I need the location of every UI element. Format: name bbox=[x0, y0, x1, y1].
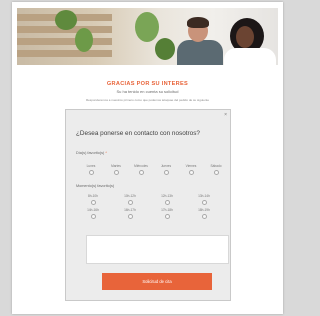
form-title: ¿Desea ponerse en contacto con nosotros? bbox=[76, 130, 200, 137]
day-label: Miércoles bbox=[134, 164, 148, 168]
time-option[interactable]: 14h-16h bbox=[82, 208, 104, 219]
times-label: Momento(s) favorito(s) bbox=[76, 184, 115, 188]
required-mark: * bbox=[105, 151, 107, 155]
time-radio[interactable] bbox=[201, 200, 207, 205]
day-label: Lunes bbox=[86, 164, 96, 168]
day-option[interactable]: Lunes bbox=[80, 164, 102, 175]
day-radio[interactable] bbox=[213, 170, 219, 175]
day-label: Viernes bbox=[185, 164, 197, 168]
time-label: 16h-17h bbox=[124, 208, 136, 212]
time-label: 14h-16h bbox=[87, 208, 99, 212]
wood-plank bbox=[17, 38, 112, 45]
person-hair bbox=[187, 17, 209, 28]
time-radio[interactable] bbox=[90, 200, 96, 205]
time-label: 13h-14h bbox=[198, 194, 210, 198]
person-face bbox=[236, 26, 254, 48]
time-label: 18h-19h bbox=[198, 208, 210, 212]
days-label: Día(s) favorito(s) * bbox=[76, 151, 107, 155]
time-radio[interactable] bbox=[164, 200, 170, 205]
day-option[interactable]: Sábado bbox=[205, 164, 227, 175]
message-textarea[interactable] bbox=[86, 235, 229, 264]
confirmation-title: GRACIAS POR SU INTERES bbox=[106, 81, 189, 87]
time-option[interactable]: 10h-12h bbox=[119, 194, 141, 205]
day-label: Jueves bbox=[160, 164, 172, 168]
header-photo bbox=[17, 8, 278, 65]
day-label: Martes bbox=[111, 164, 121, 168]
days-label-text: Día(s) favorito(s) bbox=[76, 151, 105, 155]
day-radio[interactable] bbox=[88, 170, 94, 175]
time-label: 10h-12h bbox=[124, 194, 136, 198]
day-radio[interactable] bbox=[188, 170, 194, 175]
wood-plank bbox=[17, 50, 112, 57]
day-option[interactable]: Martes bbox=[105, 164, 127, 175]
time-label: 8h-10h bbox=[88, 194, 98, 198]
time-option[interactable]: 13h-14h bbox=[193, 194, 215, 205]
day-option[interactable]: Miércoles bbox=[130, 164, 152, 175]
time-radio[interactable] bbox=[127, 214, 133, 219]
day-option[interactable]: Jueves bbox=[155, 164, 177, 175]
day-radio[interactable] bbox=[113, 170, 119, 175]
time-label: 12h-13h bbox=[161, 194, 173, 198]
day-option[interactable]: Viernes bbox=[180, 164, 202, 175]
time-option[interactable]: 8h-10h bbox=[82, 194, 104, 205]
person-figure bbox=[177, 40, 223, 65]
time-radio[interactable] bbox=[90, 214, 96, 219]
contact-form: × ¿Desea ponerse en contacto con nosotro… bbox=[65, 109, 231, 301]
day-radio[interactable] bbox=[138, 170, 144, 175]
plant-leaves bbox=[55, 10, 77, 30]
time-label: 17h-18h bbox=[161, 208, 173, 212]
submit-appointment-button[interactable]: Solicitud de cita bbox=[102, 273, 212, 290]
day-radio[interactable] bbox=[163, 170, 169, 175]
time-option[interactable]: 12h-13h bbox=[156, 194, 178, 205]
day-label: Sábado bbox=[210, 164, 222, 168]
confirmation-note: Responderemos a nuestros primero como qu… bbox=[85, 98, 210, 102]
page-container: GRACIAS POR SU INTERES Su ha tenido en c… bbox=[12, 2, 283, 314]
person-figure bbox=[224, 48, 276, 65]
confirmation-subtitle: Su ha tenido en cuenta su solicitud bbox=[116, 89, 179, 94]
time-option[interactable]: 17h-18h bbox=[156, 208, 178, 219]
plant-leaves bbox=[155, 38, 175, 60]
time-option[interactable]: 18h-19h bbox=[193, 208, 215, 219]
close-icon[interactable]: × bbox=[224, 112, 227, 118]
plant-leaves bbox=[135, 12, 159, 42]
time-radio[interactable] bbox=[164, 214, 170, 219]
time-radio[interactable] bbox=[201, 214, 207, 219]
plant-leaves bbox=[75, 28, 93, 52]
time-option[interactable]: 16h-17h bbox=[119, 208, 141, 219]
time-radio[interactable] bbox=[127, 200, 133, 205]
